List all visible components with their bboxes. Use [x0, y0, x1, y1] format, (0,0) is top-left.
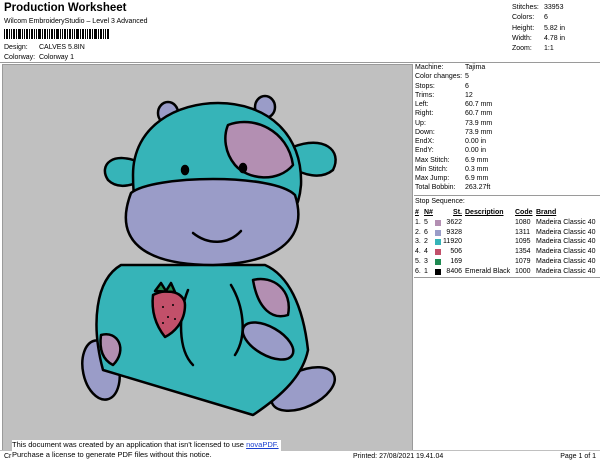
table-header: # N# St. Description Code Brand [415, 208, 600, 218]
printed-timestamp: Printed: 27/08/2021 19.41.04 [353, 453, 444, 460]
design-value: CALVES 5.8IN [39, 44, 85, 51]
colorway-label: Colorway: [4, 54, 36, 61]
table-row: 4. 4 506 1354 Madeira Classic 40 [415, 248, 596, 256]
novapdf-link[interactable]: novaPDF. [246, 440, 279, 449]
notice-line-2: Purchase a license to generate PDF files… [12, 450, 212, 459]
cow-embroidery-illustration [81, 94, 337, 417]
header-num: # [415, 209, 419, 216]
info-machine: Machine: Tajima [415, 64, 486, 71]
info-stops: Stops: 6 [415, 82, 469, 90]
design-row: Design: CALVES 5.8IN [4, 44, 85, 51]
header-brand: Brand [536, 209, 557, 216]
footer-cr: Cr [4, 453, 12, 460]
info-min-stitch: Min Stitch: 0.3 mm [415, 165, 489, 173]
license-notice: This document was created by an applicat… [12, 440, 281, 460]
info-max-stitch: Max Stitch: 6.9 mm [415, 156, 489, 164]
info-up: Up: 73.9 mm [415, 119, 493, 127]
table-row: 1. 5 3622 1080 Madeira Classic 40 [415, 218, 596, 226]
stat-width: Width: 4.78 in [512, 34, 566, 42]
stop-sequence-table: # N# St. Description Code Brand 1. 5 362… [415, 208, 600, 277]
table-row: 6. 1 8406 Emerald Black 1000 Madeira Cla… [415, 267, 596, 275]
header-code: Code [515, 209, 533, 216]
stop-sequence-title: Stop Sequence: [415, 198, 465, 205]
info-endx: EndX: 0.00 in [415, 138, 487, 145]
design-preview [2, 64, 413, 451]
info-right: Right: 60.7 mm [415, 110, 493, 118]
page-title: Production Worksheet [4, 2, 127, 14]
stat-stitches: Stitches: 33953 [512, 4, 564, 11]
table-divider [414, 277, 600, 278]
info-down: Down: 73.9 mm [415, 128, 493, 136]
notice-line-1: This document was created by an applicat… [12, 440, 244, 449]
stat-zoom: Zoom: 1:1 [512, 45, 554, 53]
colorway-value: Colorway 1 [39, 54, 75, 61]
info-max-jump: Max Jump: 6.9 mm [415, 175, 489, 182]
colorway-row: Colorway: Colorway 1 [4, 54, 74, 61]
design-stats: Stitches: 33953 Colors: 6 Height: 5.82 in W… [512, 3, 598, 54]
table-row: 2. 6 9328 1311 Madeira Classic 40 [415, 228, 596, 236]
info-divider [414, 195, 600, 196]
info-endy: EndY: 0.00 in [415, 147, 487, 155]
barcode-image [4, 29, 109, 39]
header-needle: N# [424, 209, 433, 216]
table-row: 5. 3 169 1079 Madeira Classic 40 [415, 257, 596, 265]
stat-colors: Colors: 6 [512, 14, 548, 22]
info-trims: Trims: 12 [415, 91, 473, 99]
software-name: Wilcom EmbroideryStudio – Level 3 Advanc… [4, 18, 148, 25]
info-left: Left: 60.7 mm [415, 101, 493, 108]
header-description: Description [465, 209, 504, 216]
stat-height: Height: 5.82 in [512, 24, 566, 32]
info-total-bobbin: Total Bobbin: 263.27ft [415, 184, 491, 192]
design-label: Design: [4, 44, 28, 51]
page-number: Page 1 of 1 [560, 453, 596, 460]
table-row: 3. 2 11920 1095 Madeira Classic 40 [415, 238, 596, 246]
info-color-changes: Color changes: 5 [415, 73, 469, 81]
header-stitches: St. [453, 209, 462, 216]
machine-info: Machine: Tajima Color changes: 5 Stops: 6 T… [415, 63, 600, 193]
